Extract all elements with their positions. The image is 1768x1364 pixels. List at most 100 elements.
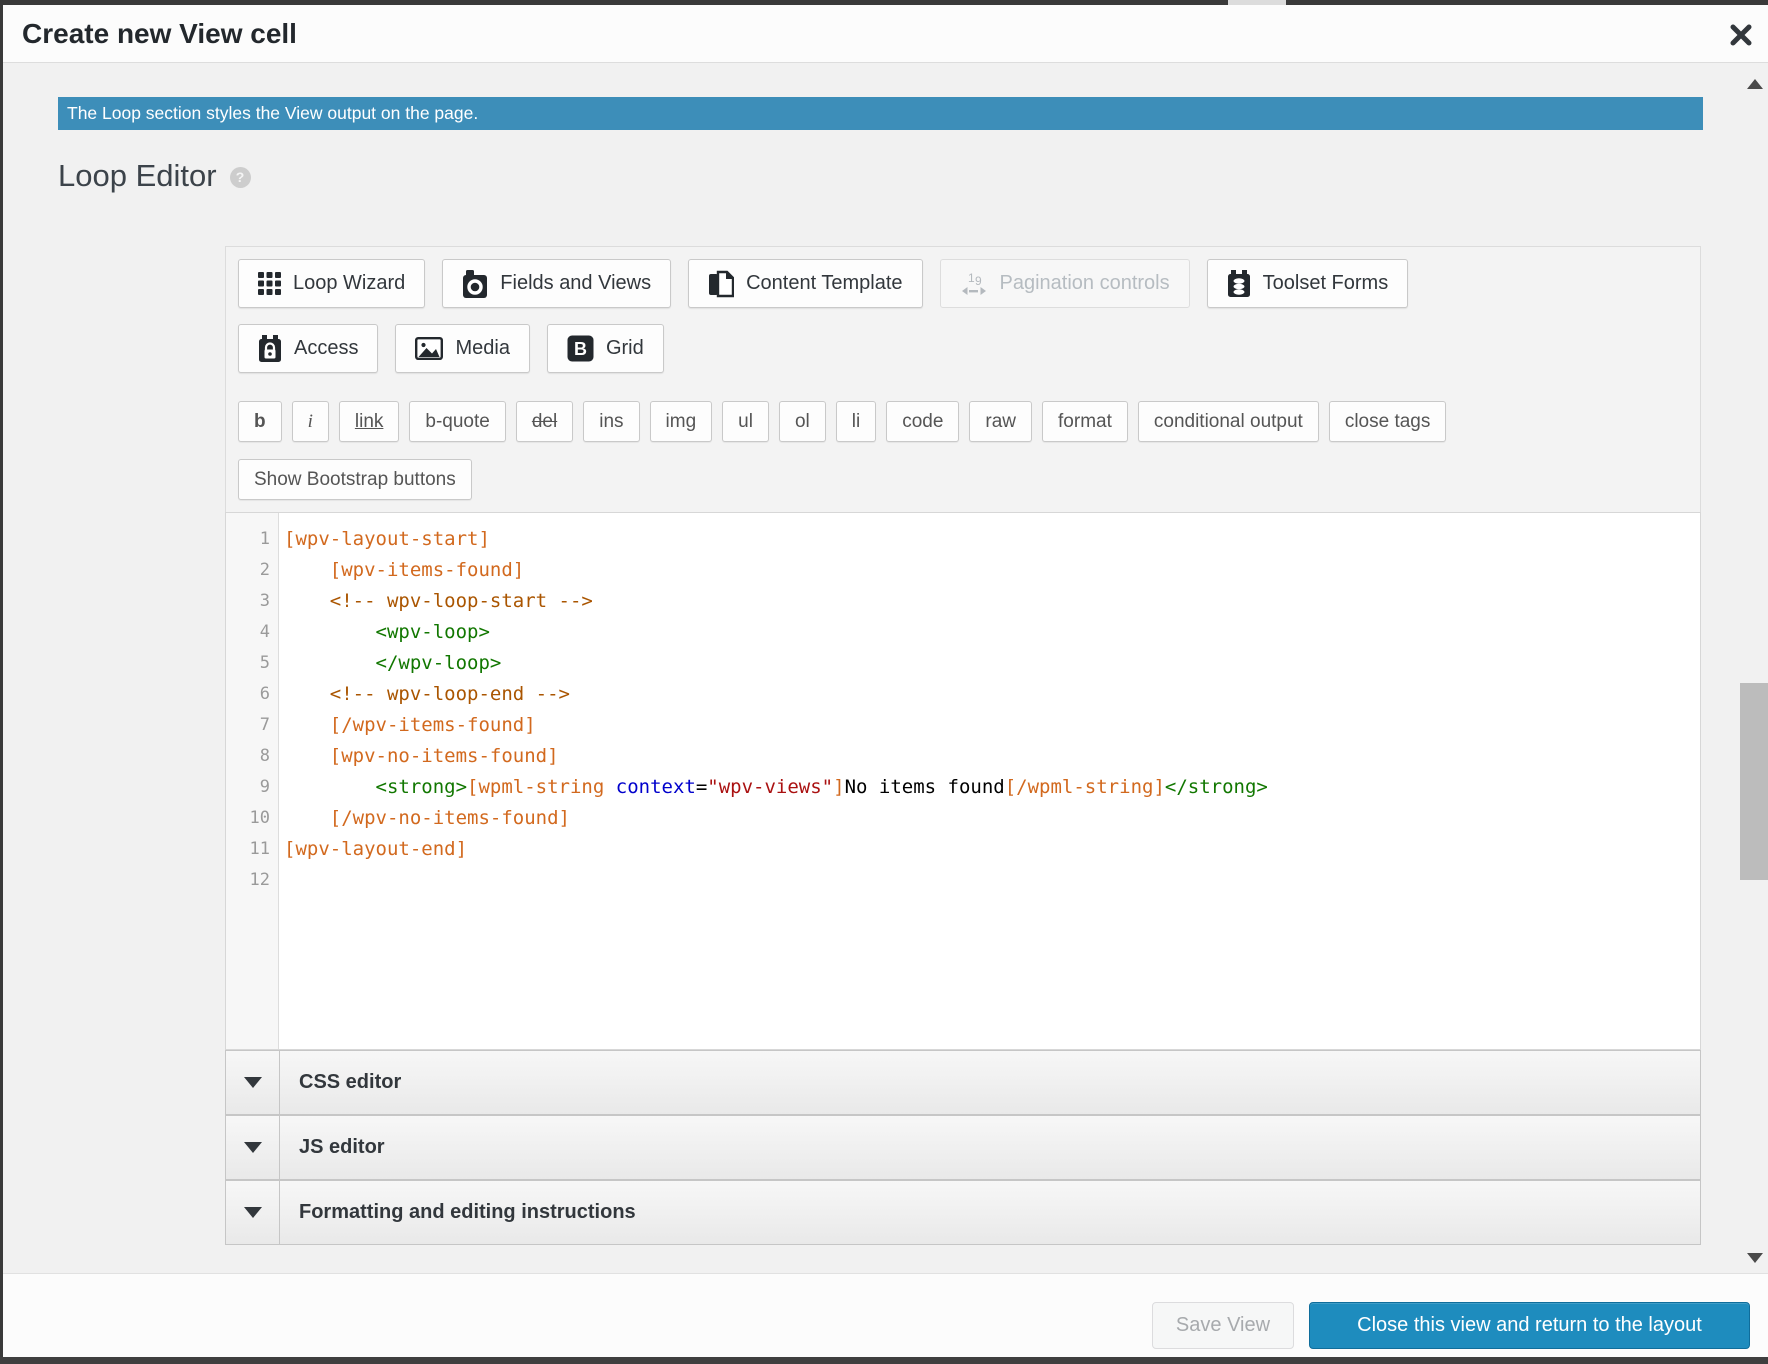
- line-number: 2: [226, 560, 279, 580]
- js-editor-panel-toggle[interactable]: JS editor: [225, 1115, 1701, 1180]
- show-bootstrap-buttons-button[interactable]: Show Bootstrap buttons: [238, 459, 472, 500]
- line-number: 9: [226, 777, 279, 797]
- collapse-arrow-icon: [244, 1207, 262, 1218]
- button-label: Loop Wizard: [293, 272, 405, 295]
- fields-and-views-icon: [462, 269, 488, 299]
- toolset-forms-icon: [1227, 270, 1251, 298]
- panel-label: CSS editor: [280, 1051, 401, 1114]
- quicktag-ul-button[interactable]: ul: [722, 401, 769, 442]
- quicktag-raw-button[interactable]: raw: [969, 401, 1032, 442]
- line-number: 11: [226, 839, 279, 859]
- code-text: <strong>[wpml-string context="wpv-views"…: [279, 776, 1268, 798]
- editor-toolbar: Loop Wizard Fields and Views Content Templ…: [225, 246, 1701, 512]
- quicktag-link-button[interactable]: link: [339, 401, 400, 442]
- quicktag-conditional-output-button[interactable]: conditional output: [1138, 401, 1319, 442]
- info-banner: The Loop section styles the View output …: [58, 97, 1703, 130]
- dialog-header: Create new View cell: [0, 5, 1768, 63]
- access-lock-icon: [258, 335, 282, 363]
- button-label: Toolset Forms: [1263, 272, 1389, 295]
- line-number: 8: [226, 746, 279, 766]
- close-icon: [1729, 23, 1753, 47]
- button-label: Fields and Views: [500, 272, 651, 295]
- code-line: 1[wpv-layout-start]: [226, 523, 1700, 554]
- code-text: [wpv-layout-end]: [279, 838, 467, 860]
- bootstrap-toggle-row: Show Bootstrap buttons: [238, 459, 1700, 500]
- toolbar-row-2: Access Media BGrid: [238, 324, 1700, 373]
- code-line: 9 <strong>[wpml-string context="wpv-view…: [226, 771, 1700, 802]
- panel-label: JS editor: [280, 1116, 385, 1179]
- line-number: 4: [226, 622, 279, 642]
- quicktag-b-quote-button[interactable]: b-quote: [409, 401, 505, 442]
- window-left-edge: [0, 0, 3, 1364]
- collapse-arrow-icon: [244, 1142, 262, 1153]
- quicktag-close-tags-button[interactable]: close tags: [1329, 401, 1447, 442]
- svg-text:9: 9: [975, 274, 982, 288]
- code-text: [/wpv-items-found]: [279, 714, 536, 736]
- code-text: <wpv-loop>: [279, 621, 490, 643]
- code-line: 4 <wpv-loop>: [226, 616, 1700, 647]
- close-view-return-layout-button[interactable]: Close this view and return to the layout: [1309, 1302, 1750, 1349]
- code-line: 10 [/wpv-no-items-found]: [226, 802, 1700, 833]
- browser-top-bar: [0, 0, 1768, 5]
- quicktags-row: bilinkb-quote delinsimgulollicoderawforma…: [238, 401, 1700, 442]
- media-image-icon: [415, 337, 443, 360]
- formatting-instructions-panel-toggle[interactable]: Formatting and editing instructions: [225, 1180, 1701, 1245]
- access-button[interactable]: Access: [238, 324, 378, 373]
- code-lines: 1[wpv-layout-start]2 [wpv-items-found]3 …: [226, 523, 1700, 895]
- media-button[interactable]: Media: [395, 324, 529, 373]
- code-line: 8 [wpv-no-items-found]: [226, 740, 1700, 771]
- panel-label: Formatting and editing instructions: [280, 1181, 636, 1244]
- line-number: 1: [226, 529, 279, 549]
- pagination-controls-button[interactable]: 19Pagination controls: [940, 259, 1190, 308]
- code-line: 2 [wpv-items-found]: [226, 554, 1700, 585]
- code-line: 5 </wpv-loop>: [226, 647, 1700, 678]
- loop-editor-heading: Loop Editor?: [58, 158, 251, 194]
- line-number: 12: [226, 870, 279, 890]
- fields-and-views-button[interactable]: Fields and Views: [442, 259, 671, 308]
- dialog-footer: Save View Close this view and return to …: [0, 1273, 1768, 1357]
- quicktag-code-button[interactable]: code: [886, 401, 959, 442]
- code-text: [wpv-items-found]: [279, 559, 524, 581]
- svg-text:B: B: [574, 339, 587, 359]
- button-label: Content Template: [746, 272, 902, 295]
- code-text: <!-- wpv-loop-end -->: [279, 683, 570, 705]
- quicktag-img-button[interactable]: img: [650, 401, 713, 442]
- help-icon[interactable]: ?: [230, 167, 251, 188]
- loop-wizard-grid-icon: [258, 272, 281, 295]
- line-number: 7: [226, 715, 279, 735]
- bootstrap-b-icon: B: [567, 335, 594, 362]
- code-text: [wpv-no-items-found]: [279, 745, 559, 767]
- quicktag-li-button[interactable]: li: [836, 401, 876, 442]
- close-dialog-button[interactable]: [1726, 20, 1756, 50]
- content-template-icon: [708, 270, 734, 298]
- button-label: Media: [455, 337, 509, 360]
- content-template-button[interactable]: Content Template: [688, 259, 922, 308]
- window-bottom-bar: [0, 1357, 1768, 1364]
- dialog-body: The Loop section styles the View output …: [0, 63, 1768, 1273]
- quicktag-ins-button[interactable]: ins: [583, 401, 639, 442]
- pagination-controls-icon: 19: [960, 270, 988, 298]
- code-line: 11[wpv-layout-end]: [226, 833, 1700, 864]
- toolset-forms-button[interactable]: Toolset Forms: [1207, 259, 1409, 308]
- code-line: 7 [/wpv-items-found]: [226, 709, 1700, 740]
- save-view-button[interactable]: Save View: [1152, 1302, 1294, 1349]
- grid-button[interactable]: BGrid: [547, 324, 664, 373]
- collapse-arrow-icon: [244, 1077, 262, 1088]
- quicktag-i-button[interactable]: i: [292, 401, 329, 442]
- loop-code-editor[interactable]: 1[wpv-layout-start]2 [wpv-items-found]3 …: [225, 512, 1701, 1050]
- scroll-down-arrow-icon[interactable]: [1747, 1253, 1763, 1263]
- loop-wizard-button[interactable]: Loop Wizard: [238, 259, 425, 308]
- quicktag-format-button[interactable]: format: [1042, 401, 1128, 442]
- scrollbar-thumb[interactable]: [1740, 683, 1768, 880]
- code-line: 6 <!-- wpv-loop-end -->: [226, 678, 1700, 709]
- toolbar-row-1: Loop Wizard Fields and Views Content Templ…: [238, 259, 1700, 308]
- code-text: <!-- wpv-loop-start -->: [279, 590, 593, 612]
- css-editor-panel-toggle[interactable]: CSS editor: [225, 1050, 1701, 1115]
- vertical-scrollbar[interactable]: [1740, 63, 1768, 1273]
- scroll-up-arrow-icon[interactable]: [1747, 79, 1763, 89]
- code-text: [/wpv-no-items-found]: [279, 807, 570, 829]
- line-number: 6: [226, 684, 279, 704]
- quicktag-b-button[interactable]: b: [238, 401, 282, 442]
- quicktag-ol-button[interactable]: ol: [779, 401, 826, 442]
- quicktag-del-button[interactable]: del: [516, 401, 573, 442]
